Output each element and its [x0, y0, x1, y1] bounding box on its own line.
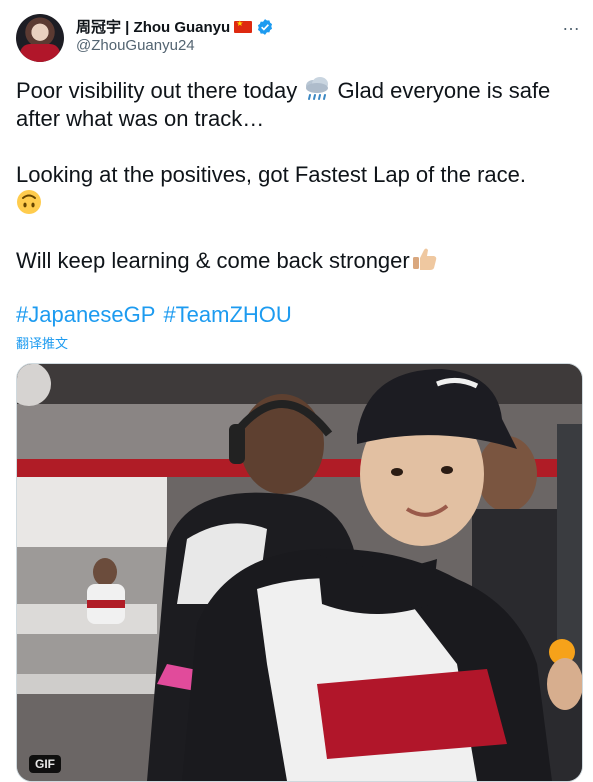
upside-down-face-icon	[17, 190, 41, 214]
more-options-icon[interactable]: …	[562, 14, 581, 35]
tweet-text-segment: Glad everyone is safe	[337, 78, 551, 103]
thumbs-up-icon	[412, 248, 436, 270]
tweet-line-5: Will keep learning & come back stronger	[16, 246, 581, 275]
author-display-name[interactable]: 周冠宇 | Zhou Guanyu	[76, 16, 230, 37]
tweet-line-4	[16, 189, 581, 218]
tweet-line-gap	[16, 133, 581, 161]
hashtag-link-teamzhou[interactable]: #TeamZHOU	[163, 302, 291, 327]
verified-badge-icon	[258, 18, 273, 35]
tweet-line-2: after what was on track…	[16, 106, 265, 131]
tweet-line-3: Looking at the positives, got Fastest La…	[16, 162, 526, 187]
tweet-text-segment: Poor visibility out there today	[16, 78, 298, 103]
author-name-row[interactable]: 周冠宇 | Zhou Guanyu	[76, 16, 274, 37]
tweet-text: Poor visibility out there today Glad eve…	[16, 76, 581, 275]
gif-badge: GIF	[29, 755, 61, 773]
tweet-line-gap	[16, 218, 581, 246]
tweet-header: 周冠宇 | Zhou Guanyu @ZhouGuanyu24 …	[16, 12, 581, 62]
tweet-line-1: Poor visibility out there today Glad eve…	[16, 76, 581, 105]
hashtag-row: #JapaneseGP #TeamZHOU	[16, 302, 300, 328]
avatar[interactable]	[16, 14, 64, 62]
cloud-rain-icon	[306, 77, 329, 100]
translate-tweet-link[interactable]: 翻译推文	[16, 333, 68, 352]
tweet-text-segment: Will keep learning & come back stronger	[16, 248, 410, 273]
hashtag-link-japanesegp[interactable]: #JapaneseGP	[16, 302, 155, 327]
author-handle[interactable]: @ZhouGuanyu24	[76, 37, 195, 54]
gif-media[interactable]: GIF	[16, 363, 583, 782]
china-flag-icon	[234, 19, 253, 33]
gif-scene-image	[17, 364, 582, 781]
